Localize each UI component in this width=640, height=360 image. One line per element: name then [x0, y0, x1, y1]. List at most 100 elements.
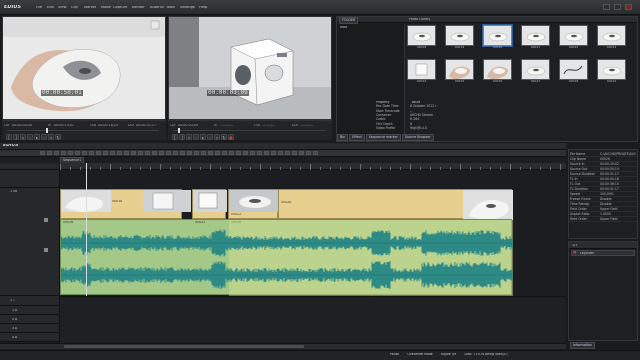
toolbar-button-icon[interactable]	[40, 151, 45, 155]
toolbar-button-icon[interactable]	[82, 151, 87, 155]
bin-clip[interactable]: 00028	[559, 59, 588, 83]
video-clip[interactable]: 00022	[228, 189, 279, 219]
timeline-ruler[interactable]	[60, 163, 566, 170]
toolbar-button-icon[interactable]	[61, 151, 66, 155]
set-in-button[interactable]: [	[6, 134, 12, 140]
toolbar-button-icon[interactable]	[306, 151, 311, 155]
toolbar-button-icon[interactable]	[299, 151, 304, 155]
toolbar-button-icon[interactable]	[215, 151, 220, 155]
toolbar-button-icon[interactable]	[187, 151, 192, 155]
bin-clip[interactable]: 00023	[597, 25, 626, 49]
toolbar-button-icon[interactable]	[208, 151, 213, 155]
toolbar-button-icon[interactable]	[250, 151, 255, 155]
bin-clip[interactable]: 00021	[521, 25, 550, 49]
toolbar-button-icon[interactable]	[145, 151, 150, 155]
toolbar-button-icon[interactable]	[236, 151, 241, 155]
toolbar-button-icon[interactable]	[89, 151, 94, 155]
track-head-audio[interactable]: 2 A	[0, 315, 60, 324]
audio-clip[interactable]: 00026 00022 00026	[60, 219, 513, 296]
track-head-audio[interactable]: 1 A	[0, 306, 60, 315]
track-head-audio[interactable]: 4 A	[0, 333, 60, 342]
toolbar-button-icon[interactable]	[194, 151, 199, 155]
menu-item[interactable]: Help	[199, 6, 207, 10]
rewind-button[interactable]: «	[20, 134, 26, 140]
bin-clip[interactable]: 00024	[407, 59, 436, 83]
toolbar-button-icon[interactable]	[243, 151, 248, 155]
menu-item[interactable]: File	[36, 6, 42, 10]
rec-fast-forward-button[interactable]: »	[214, 134, 220, 140]
folder-root[interactable]: Root	[340, 26, 347, 29]
toolbar-button-icon[interactable]	[264, 151, 269, 155]
bin-tab[interactable]: Effect	[349, 134, 365, 142]
toolbar-button-icon[interactable]	[117, 151, 122, 155]
rec-step-forward-button[interactable]: ›	[207, 134, 213, 140]
timeline-scroll-thumb[interactable]	[64, 345, 304, 348]
toolbar-button-icon[interactable]	[201, 151, 206, 155]
player-scrub-bar[interactable]	[6, 129, 160, 132]
track-head-va[interactable]: 1 VA	[0, 188, 60, 296]
toolbar-button-icon[interactable]	[166, 151, 171, 155]
timeline-hscroll[interactable]	[0, 343, 566, 349]
menu-item[interactable]: Edit	[47, 6, 54, 10]
rec-set-out-button[interactable]: ]	[179, 134, 185, 140]
menu-item[interactable]: Marker	[84, 6, 96, 10]
menu-item[interactable]: View	[58, 6, 67, 10]
toolbar-button-icon[interactable]	[110, 151, 115, 155]
toolbar-button-icon[interactable]	[173, 151, 178, 155]
menu-item[interactable]: Tools	[166, 6, 175, 10]
bin-clip[interactable]: 00018	[407, 25, 436, 49]
play-button[interactable]: ▸	[34, 134, 40, 140]
player-playhead[interactable]	[46, 128, 48, 133]
layer-item[interactable]: ■ Layouter	[571, 250, 635, 256]
bin-clip[interactable]: 00025	[445, 59, 474, 83]
track-va-solo-icon[interactable]	[44, 248, 48, 252]
step-back-button[interactable]: ‹	[27, 134, 33, 140]
maximize-button[interactable]	[614, 4, 621, 10]
toolbar-button-icon[interactable]	[103, 151, 108, 155]
toolbar-button-icon[interactable]	[54, 151, 59, 155]
bin-tab[interactable]: Sequence marker	[365, 134, 401, 142]
step-forward-button[interactable]: ›	[41, 134, 47, 140]
bin-clip[interactable]: 00026	[483, 59, 512, 83]
toolbar-button-icon[interactable]	[68, 151, 73, 155]
recorder-playhead[interactable]	[178, 128, 180, 133]
toolbar-button-icon[interactable]	[285, 151, 290, 155]
information-tab[interactable]: Information	[570, 342, 596, 350]
toolbar-button-icon[interactable]	[152, 151, 157, 155]
recorder-scrub-bar[interactable]	[172, 129, 326, 132]
layer-check-icon[interactable]: ■	[573, 251, 576, 255]
toolbar-button-icon[interactable]	[229, 151, 234, 155]
track-head-t[interactable]: 1 T	[0, 296, 60, 306]
toolbar-button-icon[interactable]	[257, 151, 262, 155]
bin-tab[interactable]: Bin	[337, 134, 349, 142]
close-button[interactable]	[625, 4, 632, 10]
toolbar-button-icon[interactable]	[271, 151, 276, 155]
rec-play-button[interactable]: ▸	[200, 134, 206, 140]
menu-item[interactable]: Render	[132, 6, 145, 10]
bin-clip[interactable]: 00029	[597, 59, 626, 83]
loop-button[interactable]: ↻	[55, 134, 61, 140]
track-head-audio[interactable]: 3 A	[0, 324, 60, 333]
rec-set-in-button[interactable]: [	[172, 134, 178, 140]
rec-rewind-button[interactable]: «	[186, 134, 192, 140]
menu-item[interactable]: Mode	[101, 6, 111, 10]
toolbar-button-icon[interactable]	[278, 151, 283, 155]
bin-clip[interactable]: 00020	[483, 25, 512, 49]
toolbar-button-icon[interactable]	[313, 151, 318, 155]
toolbar-button-icon[interactable]	[138, 151, 143, 155]
set-out-button[interactable]: ]	[13, 134, 19, 140]
minimize-button[interactable]	[603, 4, 610, 10]
video-clip[interactable]: 00026	[278, 189, 513, 220]
bin-clip[interactable]: 00019	[445, 25, 474, 49]
rec-step-back-button[interactable]: ‹	[193, 134, 199, 140]
fast-forward-button[interactable]: »	[48, 134, 54, 140]
video-clip[interactable]: 00018	[60, 189, 191, 219]
toolbar-button-icon[interactable]	[159, 151, 164, 155]
menu-item[interactable]: Autorun	[150, 6, 164, 10]
toolbar-button-icon[interactable]	[222, 151, 227, 155]
toolbar-button-icon[interactable]	[131, 151, 136, 155]
menu-item[interactable]: Clip	[71, 6, 78, 10]
menu-item[interactable]: Settings	[180, 6, 195, 10]
toolbar-button-icon[interactable]	[124, 151, 129, 155]
toolbar-button-icon[interactable]	[292, 151, 297, 155]
